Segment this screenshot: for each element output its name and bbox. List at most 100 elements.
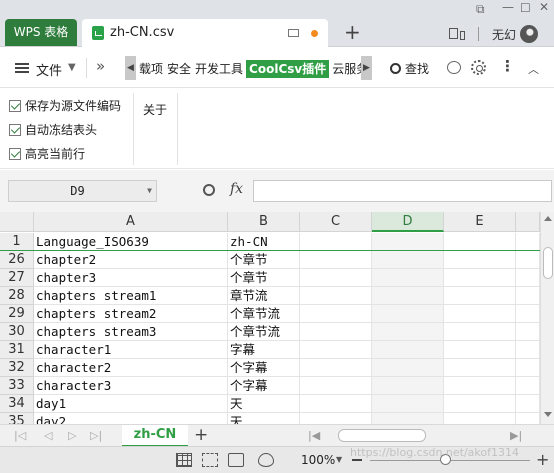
table-cell[interactable]	[444, 251, 516, 269]
row-header[interactable]: 31	[0, 341, 34, 359]
name-box[interactable]: D9 ▼	[8, 180, 157, 202]
table-cell[interactable]	[300, 395, 372, 413]
next-sheet-icon[interactable]: ▷	[68, 429, 76, 442]
chevron-down-icon[interactable]: ▼	[68, 62, 76, 73]
scroll-up-icon[interactable]	[544, 216, 552, 221]
table-cell[interactable]	[372, 413, 444, 424]
row-header[interactable]: 27	[0, 269, 34, 287]
table-cell[interactable]	[516, 359, 540, 377]
add-sheet-button[interactable]: +	[194, 425, 208, 445]
scroll-down-icon[interactable]	[544, 412, 552, 417]
table-cell[interactable]: 天	[228, 413, 300, 424]
row-header[interactable]: 33	[0, 377, 34, 395]
row-header[interactable]: 35	[0, 413, 34, 424]
table-cell[interactable]: chapter2	[34, 251, 228, 269]
table-cell[interactable]	[516, 233, 540, 251]
tabs-scroll-right-button[interactable]: ▶	[361, 56, 372, 80]
table-cell[interactable]	[300, 323, 372, 341]
table-cell[interactable]	[516, 395, 540, 413]
normal-view-icon[interactable]	[176, 453, 192, 467]
tab-coolcsv-plugin[interactable]: CoolCsv插件	[246, 60, 330, 78]
table-cell[interactable]: 个字幕	[228, 377, 300, 395]
column-header-a[interactable]: A	[34, 212, 228, 232]
table-cell[interactable]: chapters stream1	[34, 287, 228, 305]
chevron-down-icon[interactable]: ▼	[147, 181, 152, 201]
table-cell[interactable]	[516, 269, 540, 287]
tab-addins[interactable]: 载项	[138, 60, 164, 78]
table-cell[interactable]: 个章节流	[228, 305, 300, 323]
table-cell[interactable]: 章节流	[228, 287, 300, 305]
row-header[interactable]: 26	[0, 251, 34, 269]
column-header-e[interactable]: E	[444, 212, 516, 232]
chevron-down-icon[interactable]: ▼	[336, 455, 342, 464]
scrollbar-thumb[interactable]	[543, 247, 553, 279]
row-header[interactable]: 28	[0, 287, 34, 305]
save-source-encoding-checkbox[interactable]: 保存为源文件编码	[9, 97, 121, 114]
table-cell[interactable]	[372, 233, 444, 251]
auto-freeze-header-checkbox[interactable]: 自动冻结表头	[9, 121, 97, 138]
hscroll-left-icon[interactable]: |◀	[308, 429, 320, 442]
row-header[interactable]: 29	[0, 305, 34, 323]
prev-sheet-icon[interactable]: ◁	[44, 429, 52, 442]
hscroll-right-icon[interactable]: ▶|	[510, 429, 522, 442]
table-cell[interactable]	[372, 377, 444, 395]
first-sheet-icon[interactable]: |◁	[14, 429, 26, 442]
row-header[interactable]: 30	[0, 323, 34, 341]
tab-security[interactable]: 安全	[166, 60, 192, 78]
table-cell[interactable]	[372, 359, 444, 377]
table-cell[interactable]: chapters stream3	[34, 323, 228, 341]
document-tab[interactable]: zh-CN.csv	[82, 19, 328, 47]
table-cell[interactable]	[444, 287, 516, 305]
tab-developer-tools[interactable]: 开发工具	[194, 60, 244, 78]
table-cell[interactable]	[372, 251, 444, 269]
table-cell[interactable]: 个章节	[228, 251, 300, 269]
table-cell[interactable]: character1	[34, 341, 228, 359]
screen-icon[interactable]	[288, 29, 299, 37]
table-cell[interactable]	[516, 251, 540, 269]
table-cell[interactable]: 字幕	[228, 341, 300, 359]
table-cell[interactable]: 天	[228, 395, 300, 413]
table-cell[interactable]	[444, 395, 516, 413]
table-cell[interactable]	[516, 323, 540, 341]
zoom-in-icon[interactable]: +	[536, 450, 549, 469]
table-cell[interactable]: day1	[34, 395, 228, 413]
table-cell[interactable]	[444, 305, 516, 323]
file-menu[interactable]: 文件	[36, 60, 62, 79]
table-cell[interactable]	[300, 377, 372, 395]
new-tab-button[interactable]: +	[344, 20, 361, 44]
row-header[interactable]: 34	[0, 395, 34, 413]
table-cell[interactable]: Language_ISO639	[34, 233, 228, 251]
hamburger-menu-icon[interactable]	[15, 63, 29, 73]
avatar[interactable]	[520, 25, 538, 43]
row-header[interactable]: 1	[0, 233, 34, 251]
table-cell[interactable]	[444, 233, 516, 251]
sheet-tab-zh-cn[interactable]: zh-CN	[122, 425, 188, 447]
table-cell[interactable]	[516, 341, 540, 359]
column-header-d[interactable]: D	[372, 212, 444, 232]
table-cell[interactable]	[516, 305, 540, 323]
column-header-b[interactable]: B	[228, 212, 300, 232]
column-header-f[interactable]	[516, 212, 540, 232]
table-cell[interactable]: chapter3	[34, 269, 228, 287]
close-window-icon[interactable]: ✕	[539, 0, 549, 14]
vertical-scrollbar[interactable]	[540, 212, 554, 424]
maximize-icon[interactable]: ☐	[520, 1, 531, 15]
function-icon[interactable]: fx	[230, 181, 243, 197]
table-cell[interactable]	[516, 413, 540, 424]
table-cell[interactable]: 个章节	[228, 269, 300, 287]
zoom-icon[interactable]	[203, 184, 215, 196]
row-header[interactable]: 32	[0, 359, 34, 377]
highlight-current-row-checkbox[interactable]: 高亮当前行	[9, 145, 85, 162]
table-cell[interactable]: zh-CN	[228, 233, 300, 251]
table-cell[interactable]	[300, 413, 372, 424]
zoom-out-icon[interactable]	[352, 459, 362, 461]
horizontal-scrollbar-thumb[interactable]	[338, 429, 426, 442]
app-tab-wps[interactable]: WPS 表格	[5, 19, 77, 46]
table-cell[interactable]	[300, 269, 372, 287]
user-name[interactable]: 无幻	[492, 26, 516, 43]
table-cell[interactable]: 个章节流	[228, 323, 300, 341]
table-cell[interactable]	[444, 359, 516, 377]
table-cell[interactable]: chapters stream2	[34, 305, 228, 323]
find-button[interactable]: 查找	[390, 60, 429, 77]
more-tabs-button[interactable]: »	[96, 57, 105, 75]
